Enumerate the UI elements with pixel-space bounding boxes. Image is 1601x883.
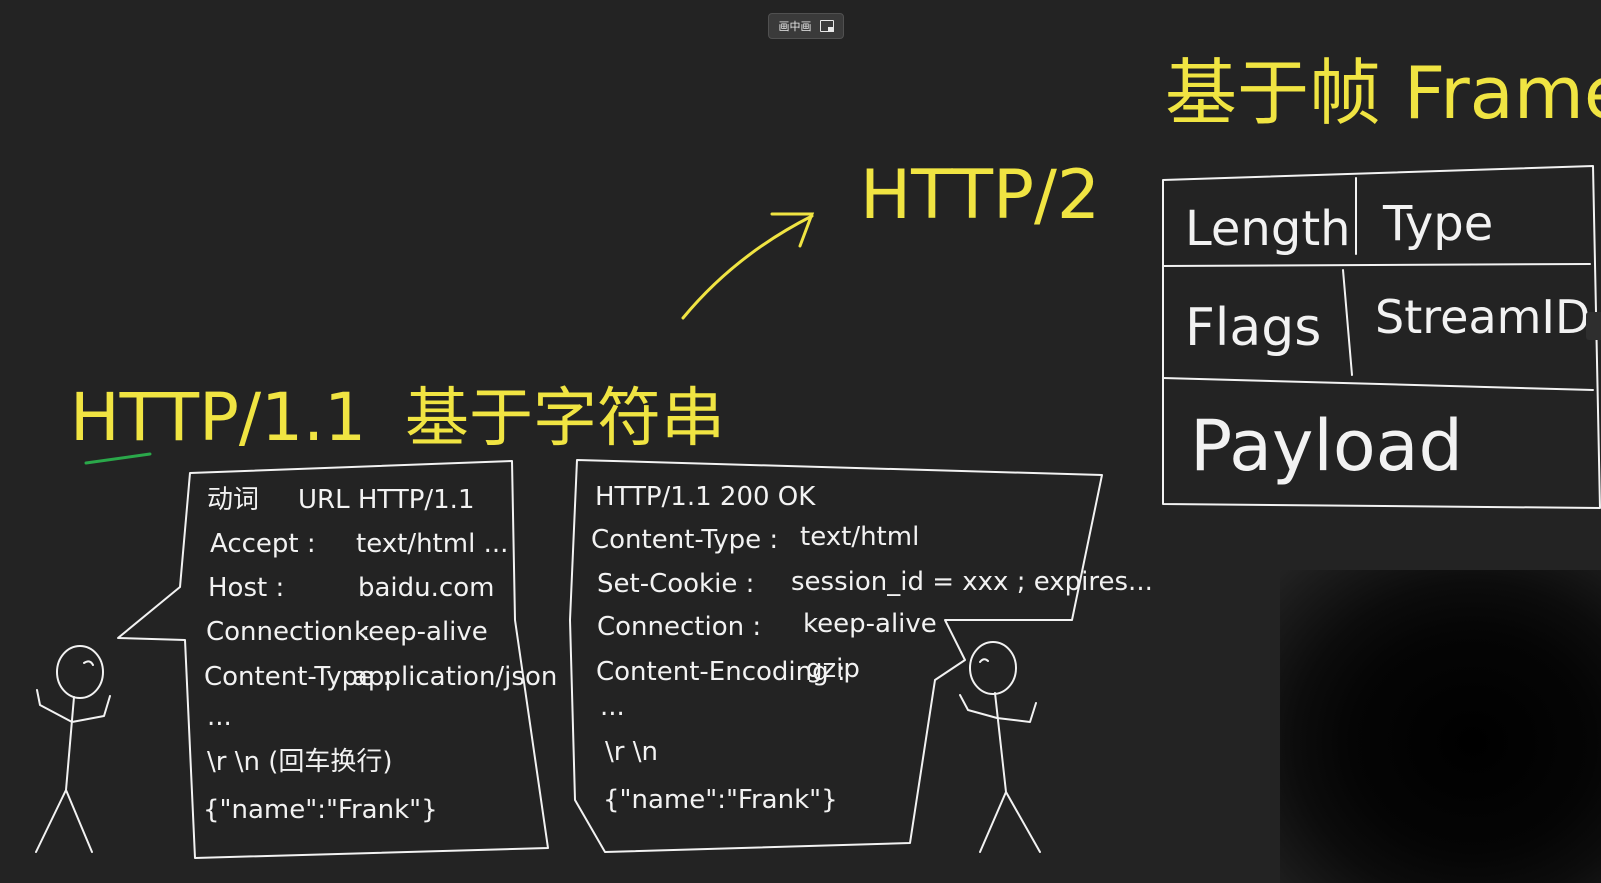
frame-type-cell: Type <box>1382 196 1493 252</box>
request-body: {"name":"Frank"} <box>203 795 438 825</box>
request-header-value: text/html ... <box>356 529 508 559</box>
request-header-value: application/json <box>352 662 557 692</box>
side-handle[interactable] <box>1586 312 1601 340</box>
request-ellipsis: ... <box>207 702 232 732</box>
response-header-key: Set-Cookie : <box>597 569 754 599</box>
request-header-key: Host : <box>208 573 284 603</box>
response-header-value: text/html <box>800 522 919 552</box>
response-header-value: keep-alive <box>803 609 937 639</box>
frame-flags-cell: Flags <box>1185 298 1321 358</box>
response-header-key: Content-Type : <box>591 525 778 555</box>
string-based-heading: 基于字符串 <box>405 382 725 456</box>
response-message: HTTP/1.1 200 OK Content-Type : text/html… <box>591 482 1153 815</box>
response-header-value: session_id = xxx ; expires... <box>791 567 1153 597</box>
response-status-line: HTTP/1.1 200 OK <box>595 482 816 512</box>
pip-label: 画中画 <box>778 20 812 33</box>
frame-streamid-cell: StreamID <box>1375 290 1590 344</box>
request-header-key: Connection : <box>206 617 370 647</box>
client-stick-figure <box>35 645 111 853</box>
request-header-value: baidu.com <box>358 573 494 603</box>
request-header-key: Accept : <box>210 529 316 559</box>
server-stick-figure <box>959 641 1041 853</box>
frame-length-cell: Length <box>1185 201 1351 257</box>
frame-based-heading: 基于帧 Frame <box>1165 51 1601 135</box>
picture-in-picture-button[interactable]: 画中画 <box>768 13 844 39</box>
response-ellipsis: ... <box>600 692 625 722</box>
request-line-1: 动词 <box>207 485 259 515</box>
pip-icon <box>819 20 834 32</box>
http11-heading: HTTP/1.1 <box>70 379 366 456</box>
response-crlf: \r \n <box>605 737 658 767</box>
frame-payload-cell: Payload <box>1190 405 1463 487</box>
request-crlf: \r \n (回车换行) <box>207 747 393 777</box>
request-line-1-value: URL HTTP/1.1 <box>298 485 475 515</box>
http2-heading: HTTP/2 <box>860 156 1100 235</box>
response-header-value: gzip <box>806 654 860 684</box>
response-body: {"name":"Frank"} <box>603 785 838 815</box>
upgrade-arrow <box>681 212 815 320</box>
presenter-shadow <box>1280 570 1601 883</box>
response-header-key: Connection : <box>597 612 761 642</box>
request-header-value: keep-alive <box>354 617 488 647</box>
request-message: 动词 URL HTTP/1.1 Accept : text/html ... H… <box>203 485 557 825</box>
